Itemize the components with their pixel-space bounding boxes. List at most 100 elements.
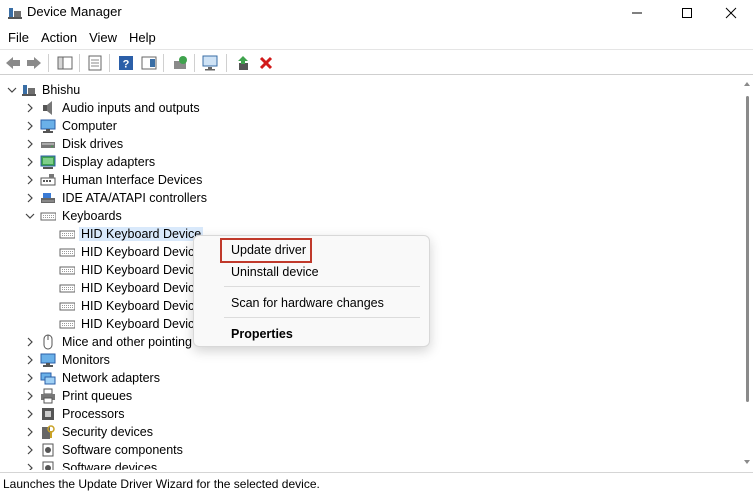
tree-item-ide[interactable]: IDE ATA/ATAPI controllers — [0, 189, 741, 207]
keyboard-icon — [59, 230, 75, 239]
forward-button[interactable] — [24, 53, 44, 73]
display-adapter-icon — [40, 155, 56, 169]
chevron-right-icon[interactable] — [24, 138, 36, 150]
tree-item-processors[interactable]: Processors — [0, 405, 741, 423]
tree-item-label: Print queues — [62, 389, 133, 403]
menu-action[interactable]: Action — [35, 27, 83, 49]
update-toolbar-button[interactable] — [170, 53, 190, 73]
context-menu: Update driver Uninstall device Scan for … — [193, 235, 430, 347]
tree-root-label: Bhishu — [42, 83, 81, 97]
chevron-right-icon[interactable] — [24, 372, 36, 384]
uninstall-x-icon — [259, 56, 273, 70]
menu-view[interactable]: View — [83, 27, 123, 49]
close-icon — [725, 7, 737, 19]
maximize-button[interactable] — [664, 0, 710, 26]
tree-item-software-devices[interactable]: Software devices — [0, 459, 741, 470]
chevron-down-icon[interactable] — [24, 210, 36, 222]
close-button[interactable] — [708, 0, 753, 26]
tree-item-display-adapters[interactable]: Display adapters — [0, 153, 741, 171]
help-toolbar-button[interactable]: ? — [116, 53, 136, 73]
chevron-right-icon[interactable] — [24, 120, 36, 132]
tree-item-label: Human Interface Devices — [62, 173, 203, 187]
tree-item-label: Security devices — [62, 425, 154, 439]
properties-sheet-icon — [88, 55, 102, 71]
context-update-driver[interactable]: Update driver — [231, 243, 306, 257]
keyboard-icon — [40, 212, 56, 221]
tree-item-label: Audio inputs and outputs — [62, 101, 200, 115]
keyboard-device-label: HID Keyboard Device — [81, 299, 202, 313]
tree-item-label: Computer — [62, 119, 117, 133]
tree-item-hid[interactable]: Human Interface Devices — [0, 171, 741, 189]
back-arrow-icon — [6, 57, 20, 69]
device-manager-icon — [8, 8, 22, 19]
tree-item-software-components[interactable]: Software components — [0, 441, 741, 459]
tree-root[interactable]: Bhishu — [0, 81, 741, 99]
tree-item-monitors[interactable]: Monitors — [0, 351, 741, 369]
tree-item-label: Monitors — [62, 353, 110, 367]
minimize-button[interactable] — [614, 0, 660, 26]
tree-item-label: Display adapters — [62, 155, 156, 169]
menu-bar: File Action View Help — [0, 27, 753, 49]
keyboard-icon — [59, 284, 75, 293]
tree-item-label: Software components — [62, 443, 183, 457]
window-title: Device Manager — [27, 4, 122, 19]
scan-hardware-toolbar-button[interactable] — [201, 53, 221, 73]
tree-item-label: Disk drives — [62, 137, 124, 151]
svg-text:?: ? — [123, 59, 130, 71]
scrollbar-thumb[interactable] — [746, 96, 749, 402]
chevron-right-icon[interactable] — [24, 408, 36, 420]
chevron-down-icon[interactable] — [6, 84, 18, 96]
properties-toolbar-button[interactable] — [85, 53, 105, 73]
tree-item-label: Keyboards — [62, 209, 122, 223]
help-icon: ? — [119, 56, 133, 71]
keyboard-icon — [59, 248, 75, 257]
tree-item-keyboards[interactable]: Keyboards — [0, 207, 741, 225]
tree-item-print-queues[interactable]: Print queues — [0, 387, 741, 405]
scroll-up-arrow-icon[interactable] — [744, 82, 750, 86]
chevron-right-icon[interactable] — [24, 462, 36, 470]
tree-item-label: Mice and other pointing — [62, 335, 192, 349]
tree-item-network[interactable]: Network adapters — [0, 369, 741, 387]
tree-item-label: Software devices — [62, 461, 158, 470]
keyboard-icon — [59, 266, 75, 275]
back-button[interactable] — [3, 53, 23, 73]
chevron-right-icon[interactable] — [24, 192, 36, 204]
vertical-scrollbar[interactable] — [742, 78, 753, 470]
context-properties[interactable]: Properties — [231, 327, 293, 341]
chevron-right-icon[interactable] — [24, 390, 36, 402]
menu-help[interactable]: Help — [123, 27, 162, 49]
context-separator — [224, 317, 420, 318]
status-bar: Launches the Update Driver Wizard for th… — [0, 472, 753, 492]
software-icon — [42, 443, 54, 457]
chevron-right-icon[interactable] — [24, 336, 36, 348]
tree-item-label: Network adapters — [62, 371, 160, 385]
chevron-right-icon[interactable] — [24, 444, 36, 456]
tree-item-audio[interactable]: Audio inputs and outputs — [0, 99, 741, 117]
chevron-right-icon[interactable] — [24, 174, 36, 186]
chevron-right-icon[interactable] — [24, 354, 36, 366]
view-toolbar-button[interactable] — [139, 53, 159, 73]
tree-item-disk-drives[interactable]: Disk drives — [0, 135, 741, 153]
monitor-icon — [40, 353, 56, 367]
title-bar: Device Manager — [0, 0, 753, 26]
scroll-down-arrow-icon[interactable] — [744, 460, 750, 464]
context-uninstall-device[interactable]: Uninstall device — [231, 265, 319, 279]
tree-item-computer[interactable]: Computer — [0, 117, 741, 135]
enable-device-toolbar-button[interactable] — [233, 53, 253, 73]
tree-item-label: IDE ATA/ATAPI controllers — [62, 191, 207, 205]
maximize-icon — [682, 8, 692, 18]
chevron-right-icon[interactable] — [24, 156, 36, 168]
uninstall-toolbar-button[interactable] — [256, 53, 276, 73]
tree-item-security[interactable]: Security devices — [0, 423, 741, 441]
chevron-right-icon[interactable] — [24, 102, 36, 114]
context-scan-hardware[interactable]: Scan for hardware changes — [231, 296, 384, 310]
chevron-right-icon[interactable] — [24, 426, 36, 438]
speaker-icon — [43, 101, 52, 115]
menu-file[interactable]: File — [2, 27, 35, 49]
show-hide-tree-button[interactable] — [55, 53, 75, 73]
tree-pane-icon — [57, 56, 73, 70]
keyboard-device-label: HID Keyboard Device — [81, 245, 202, 259]
disk-icon — [41, 142, 55, 148]
minimize-icon — [632, 12, 642, 14]
processor-icon — [42, 408, 54, 420]
